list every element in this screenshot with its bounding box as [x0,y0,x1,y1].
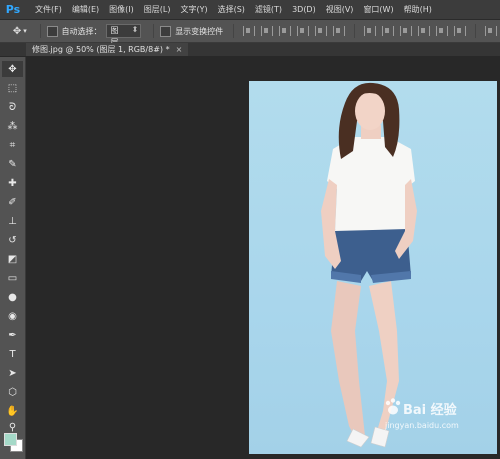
options-bar: ✥▾ 自动选择： 图层 显示变换控件 [0,20,500,47]
distribute-top-icon[interactable] [364,26,377,36]
foreground-color-swatch[interactable] [4,433,17,446]
menu-help[interactable]: 帮助(H) [399,4,437,15]
clone-stamp-icon[interactable]: ⊥ [2,213,23,229]
separator [475,24,477,38]
marquee-icon[interactable]: ⬚ [2,80,23,96]
eyedropper-icon[interactable]: ✎ [2,156,23,172]
separator [233,24,235,38]
history-brush-icon[interactable]: ↺ [2,232,23,248]
menu-layer[interactable]: 图层(L) [139,4,176,15]
gradient-icon[interactable]: ▭ [2,270,23,286]
menu-bar: Ps 文件(F) 编辑(E) 图像(I) 图层(L) 文字(Y) 选择(S) 滤… [0,0,500,20]
brush-icon[interactable]: ✐ [2,194,23,210]
watermark-url: jingyan.baidu.com [385,421,459,430]
distribute-bottom-icon[interactable] [400,26,413,36]
menu-edit[interactable]: 编辑(E) [67,4,104,15]
document-tab[interactable]: 修图.jpg @ 50% (图层 1, RGB/8#) * × [26,43,189,56]
distribute-hcenter-icon[interactable] [436,26,449,36]
menu-file[interactable]: 文件(F) [30,4,67,15]
document-canvas[interactable]: Bai 经验 jingyan.baidu.com [249,81,497,454]
menu-window[interactable]: 窗口(W) [358,4,398,15]
show-transform-checkbox[interactable] [160,25,172,37]
photoshop-logo: Ps [5,3,21,16]
align-right-icon[interactable] [333,26,346,36]
move-icon[interactable]: ✥ [2,61,23,77]
move-icon: ✥ [12,25,22,37]
show-transform-label: 显示变换控件 [175,26,224,36]
path-select-icon[interactable]: ➤ [2,365,23,381]
document-tab-bar: 修图.jpg @ 50% (图层 1, RGB/8#) * × [0,43,500,56]
document-tab-title: 修图.jpg @ 50% (图层 1, RGB/8#) * [32,45,170,54]
paw-icon [385,398,401,415]
watermark-brand: Bai 经验 [403,403,457,418]
align-group [240,26,348,36]
magic-wand-icon[interactable]: ⁂ [2,118,23,134]
auto-select-label: 自动选择： [61,26,102,36]
baidu-watermark: Bai 经验 jingyan.baidu.com [381,391,491,441]
align-top-icon[interactable] [243,26,256,36]
separator [39,24,41,38]
distribute-right-icon[interactable] [454,26,467,36]
align-vcenter-icon[interactable] [261,26,274,36]
menu-filter[interactable]: 滤镜(T) [250,4,287,15]
auto-align-icon[interactable] [485,26,498,36]
menu-3d[interactable]: 3D(D) [287,5,321,14]
distribute-vcenter-icon[interactable] [382,26,395,36]
menu-image[interactable]: 图像(I) [104,4,139,15]
align-bottom-icon[interactable] [279,26,292,36]
separator [153,24,155,38]
crop-icon[interactable]: ⌗ [2,137,23,153]
menu-type[interactable]: 文字(Y) [175,4,212,15]
menu-select[interactable]: 选择(S) [213,4,250,15]
pen-icon[interactable]: ✒ [2,327,23,343]
shape-icon[interactable]: ⬡ [2,384,23,400]
type-icon[interactable]: T [2,346,23,362]
chevron-down-icon: ▾ [23,27,27,35]
align-hcenter-icon[interactable] [315,26,328,36]
align-left-icon[interactable] [297,26,310,36]
hand-icon[interactable]: ✋ [2,403,23,419]
healing-brush-icon[interactable]: ✚ [2,175,23,191]
blur-icon[interactable]: ● [2,289,23,305]
lasso-icon[interactable]: ᘐ [2,99,23,115]
eraser-icon[interactable]: ◩ [2,251,23,267]
close-icon[interactable]: × [176,45,183,54]
auto-select-checkbox[interactable] [46,25,58,37]
dodge-icon[interactable]: ◉ [2,308,23,324]
tool-preset-picker[interactable]: ✥ ▾ [6,22,34,40]
distribute-left-icon[interactable] [418,26,431,36]
auto-select-dropdown[interactable]: 图层 [105,24,142,47]
tools-panel: ✥ ⬚ ᘐ ⁂ ⌗ ✎ ✚ ✐ ⊥ ↺ ◩ ▭ ● ◉ ✒ T ➤ ⬡ ✋ ⚲ [0,57,26,459]
menu-view[interactable]: 视图(V) [321,4,359,15]
distribute-group [361,26,469,36]
separator [354,24,356,38]
